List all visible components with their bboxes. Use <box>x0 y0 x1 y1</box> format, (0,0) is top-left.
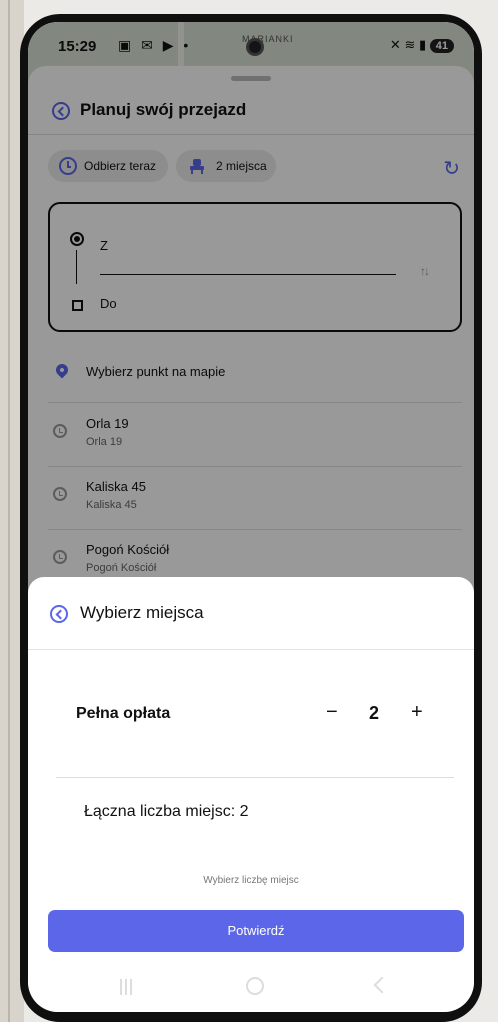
recent-apps-icon[interactable] <box>120 979 136 995</box>
modal-title: Wybierz miejsca <box>80 603 204 622</box>
decrement-button[interactable]: − <box>326 701 338 724</box>
modal-divider <box>56 777 454 778</box>
modal-header: Wybierz miejsca <box>28 577 474 650</box>
system-nav-bar <box>28 965 474 1011</box>
fare-type-label: Pełna opłata <box>76 705 171 722</box>
modal-back-icon[interactable] <box>50 605 68 623</box>
seat-hint: Wybierz liczbę miejsc <box>203 875 299 886</box>
seat-count: 2 <box>369 703 380 723</box>
app-screen: MARIANKI 15:29 ▣ ✉ ▶ • ✕ ≋ ▮ 41 Planuj s… <box>28 22 474 1012</box>
increment-button[interactable]: + <box>411 701 423 724</box>
home-icon[interactable] <box>246 977 264 995</box>
nav-back-icon[interactable] <box>373 976 391 994</box>
seat-selection-modal: Wybierz miejsca Pełna opłata − 2 + Łączn… <box>28 577 474 1012</box>
confirm-button[interactable]: Potwierdź <box>48 910 464 952</box>
total-seats: Łączna liczba miejsc: 2 <box>84 803 249 820</box>
